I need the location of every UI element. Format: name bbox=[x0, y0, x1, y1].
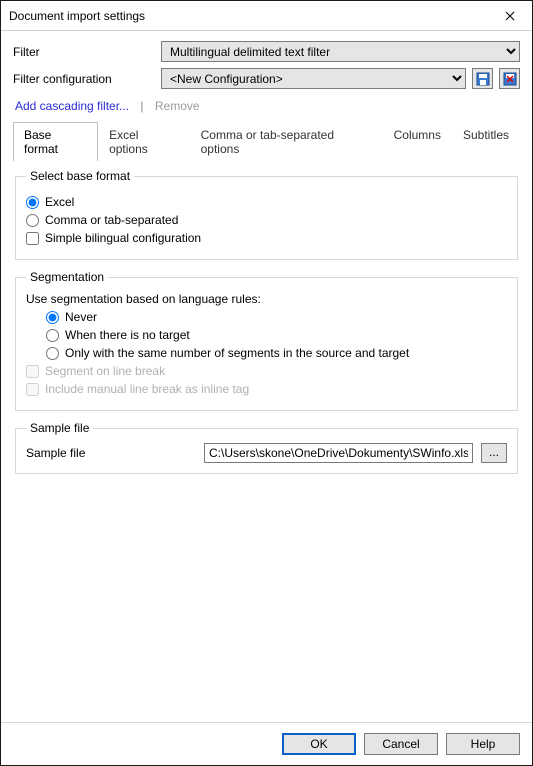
inline-tag-label: Include manual line break as inline tag bbox=[45, 382, 249, 396]
sample-row: Sample file ... bbox=[26, 443, 507, 463]
filter-config-row: Filter configuration <New Configuration> bbox=[13, 68, 520, 89]
footer: OK Cancel Help bbox=[1, 722, 532, 765]
same-number-option[interactable]: Only with the same number of segments in… bbox=[46, 346, 507, 360]
delete-icon bbox=[503, 72, 517, 86]
sample-file-group: Sample file Sample file ... bbox=[15, 421, 518, 474]
never-radio[interactable] bbox=[46, 311, 59, 324]
inline-tag-checkbox bbox=[26, 383, 39, 396]
filter-label: Filter bbox=[13, 45, 155, 59]
save-config-button[interactable] bbox=[472, 68, 493, 89]
close-icon bbox=[505, 11, 515, 21]
save-icon bbox=[476, 72, 490, 86]
remove-cascading-link: Remove bbox=[155, 99, 200, 113]
line-break-label: Segment on line break bbox=[45, 364, 165, 378]
sample-path-input[interactable] bbox=[204, 443, 473, 463]
no-target-option[interactable]: When there is no target bbox=[46, 328, 507, 342]
comma-option[interactable]: Comma or tab-separated bbox=[26, 213, 507, 227]
delete-config-button[interactable] bbox=[499, 68, 520, 89]
excel-option[interactable]: Excel bbox=[26, 195, 507, 209]
same-number-radio[interactable] bbox=[46, 347, 59, 360]
link-separator: | bbox=[140, 99, 143, 113]
comma-label: Comma or tab-separated bbox=[45, 213, 178, 227]
never-label: Never bbox=[65, 310, 97, 324]
browse-button[interactable]: ... bbox=[481, 443, 507, 463]
tab-subtitles[interactable]: Subtitles bbox=[452, 122, 520, 161]
simple-label: Simple bilingual configuration bbox=[45, 231, 201, 245]
simple-checkbox[interactable] bbox=[26, 232, 39, 245]
filter-select[interactable]: Multilingual delimited text filter bbox=[161, 41, 520, 62]
excel-label: Excel bbox=[45, 195, 74, 209]
segmentation-legend: Segmentation bbox=[26, 270, 108, 284]
tab-panel: Select base format Excel Comma or tab-se… bbox=[13, 161, 520, 714]
filter-row: Filter Multilingual delimited text filte… bbox=[13, 41, 520, 62]
base-format-group: Select base format Excel Comma or tab-se… bbox=[15, 169, 518, 260]
excel-radio[interactable] bbox=[26, 196, 39, 209]
titlebar: Document import settings bbox=[1, 1, 532, 31]
sample-legend: Sample file bbox=[26, 421, 93, 435]
never-option[interactable]: Never bbox=[46, 310, 507, 324]
content-area: Filter Multilingual delimited text filte… bbox=[1, 31, 532, 722]
dialog-title: Document import settings bbox=[9, 9, 487, 23]
no-target-label: When there is no target bbox=[65, 328, 190, 342]
same-number-label: Only with the same number of segments in… bbox=[65, 346, 409, 360]
cascading-row: Add cascading filter... | Remove bbox=[15, 99, 520, 113]
tab-columns[interactable]: Columns bbox=[383, 122, 452, 161]
dialog-window: Document import settings Filter Multilin… bbox=[0, 0, 533, 766]
base-format-legend: Select base format bbox=[26, 169, 134, 183]
inline-tag-option: Include manual line break as inline tag bbox=[26, 382, 507, 396]
ok-button[interactable]: OK bbox=[282, 733, 356, 755]
comma-radio[interactable] bbox=[26, 214, 39, 227]
no-target-radio[interactable] bbox=[46, 329, 59, 342]
line-break-option: Segment on line break bbox=[26, 364, 507, 378]
tab-base-format[interactable]: Base format bbox=[13, 122, 98, 161]
close-button[interactable] bbox=[487, 1, 532, 30]
add-cascading-link[interactable]: Add cascading filter... bbox=[15, 99, 129, 113]
segmentation-prompt: Use segmentation based on language rules… bbox=[26, 292, 507, 306]
simple-option[interactable]: Simple bilingual configuration bbox=[26, 231, 507, 245]
tab-comma-options[interactable]: Comma or tab-separated options bbox=[190, 122, 383, 161]
tab-strip: Base format Excel options Comma or tab-s… bbox=[13, 121, 520, 161]
sample-label: Sample file bbox=[26, 446, 196, 460]
cancel-button[interactable]: Cancel bbox=[364, 733, 438, 755]
help-button[interactable]: Help bbox=[446, 733, 520, 755]
line-break-checkbox bbox=[26, 365, 39, 378]
filter-config-label: Filter configuration bbox=[13, 72, 155, 86]
tab-excel-options[interactable]: Excel options bbox=[98, 122, 190, 161]
segmentation-group: Segmentation Use segmentation based on l… bbox=[15, 270, 518, 411]
filter-config-select[interactable]: <New Configuration> bbox=[161, 68, 466, 89]
